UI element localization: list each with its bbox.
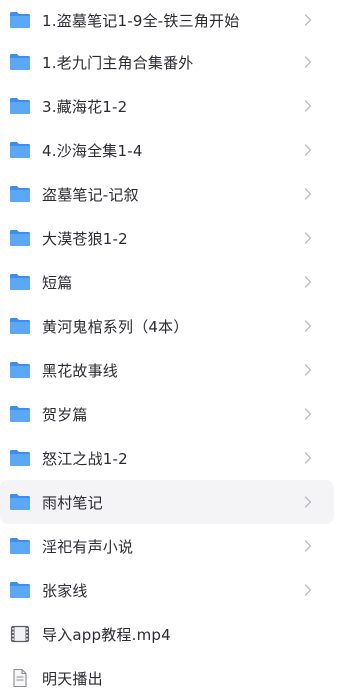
chevron-right-icon (304, 55, 312, 69)
folder-icon (8, 139, 32, 161)
folder-icon (8, 183, 32, 205)
item-label: 贺岁篇 (42, 405, 88, 424)
item-label: 雨村笔记 (42, 493, 103, 512)
folder-row[interactable]: 怒江之战1-2 (0, 436, 334, 480)
chevron-right-icon (304, 583, 312, 597)
folder-icon (8, 535, 32, 557)
chevron-right-icon (304, 143, 312, 157)
chevron-right-icon (304, 451, 312, 465)
folder-icon (8, 491, 32, 513)
chevron-right-icon (304, 99, 312, 113)
folder-row[interactable]: 雨村笔记 (0, 480, 334, 524)
folder-row[interactable]: 4.沙海全集1-4 (0, 128, 334, 172)
file-row[interactable]: 明天播出 (0, 656, 334, 700)
chevron-right-icon (304, 495, 312, 509)
folder-icon (8, 315, 32, 337)
file-list: 1.盗墓笔记1-9全-铁三角开始 1.老九门主角合集番外 3.藏海花1-2 4.沙海全… (0, 0, 338, 700)
folder-row[interactable]: 大漠苍狼1-2 (0, 216, 334, 260)
folder-icon (8, 359, 32, 381)
folder-row[interactable]: 张家线 (0, 568, 334, 612)
folder-icon (8, 9, 32, 31)
item-label: 3.藏海花1-2 (42, 97, 128, 116)
item-label: 淫祀有声小说 (42, 537, 134, 556)
item-label: 怒江之战1-2 (42, 449, 128, 468)
folder-row[interactable]: 黑花故事线 (0, 348, 334, 392)
folder-icon (8, 95, 32, 117)
folder-row[interactable]: 1.盗墓笔记1-9全-铁三角开始 (0, 0, 334, 40)
item-label: 盗墓笔记-记叙 (42, 185, 139, 204)
chevron-right-icon (304, 363, 312, 377)
chevron-right-icon (304, 275, 312, 289)
item-label: 1.老九门主角合集番外 (42, 53, 194, 72)
file-row[interactable]: 导入app教程.mp4 (0, 612, 334, 656)
folder-icon (8, 271, 32, 293)
folder-row[interactable]: 1.老九门主角合集番外 (0, 40, 334, 84)
item-label: 黄河鬼棺系列（4本） (42, 317, 189, 336)
document-file-icon (8, 667, 32, 689)
folder-row[interactable]: 黄河鬼棺系列（4本） (0, 304, 334, 348)
video-file-icon (8, 623, 32, 645)
item-label: 导入app教程.mp4 (42, 625, 171, 644)
folder-icon (8, 447, 32, 469)
folder-row[interactable]: 贺岁篇 (0, 392, 334, 436)
chevron-right-icon (304, 13, 312, 27)
item-label: 大漠苍狼1-2 (42, 229, 128, 248)
chevron-right-icon (304, 539, 312, 553)
folder-icon (8, 227, 32, 249)
chevron-right-icon (304, 319, 312, 333)
folder-icon (8, 579, 32, 601)
item-label: 张家线 (42, 581, 88, 600)
item-label: 短篇 (42, 273, 73, 292)
folder-row[interactable]: 淫祀有声小说 (0, 524, 334, 568)
chevron-right-icon (304, 187, 312, 201)
folder-icon (8, 403, 32, 425)
item-label: 黑花故事线 (42, 361, 119, 380)
chevron-right-icon (304, 407, 312, 421)
folder-icon (8, 51, 32, 73)
item-label: 1.盗墓笔记1-9全-铁三角开始 (42, 11, 240, 30)
chevron-right-icon (304, 231, 312, 245)
folder-row[interactable]: 3.藏海花1-2 (0, 84, 334, 128)
folder-row[interactable]: 短篇 (0, 260, 334, 304)
item-label: 4.沙海全集1-4 (42, 141, 143, 160)
folder-row[interactable]: 盗墓笔记-记叙 (0, 172, 334, 216)
